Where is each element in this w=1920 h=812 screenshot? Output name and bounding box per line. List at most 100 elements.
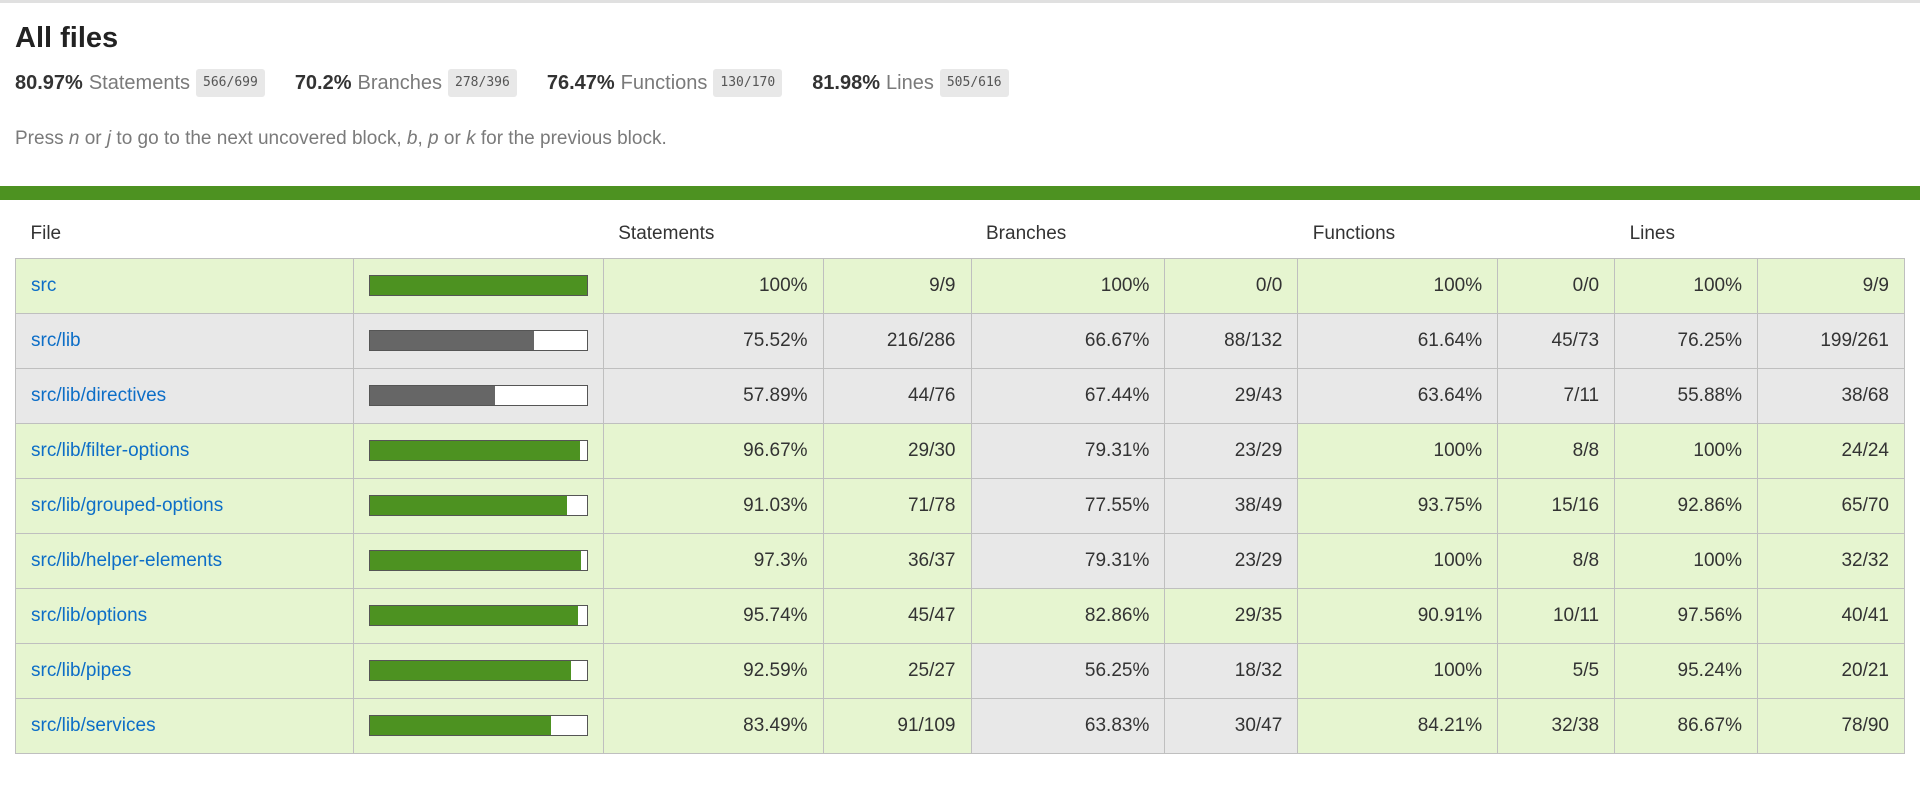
summary-pct: 81.98% [812, 71, 881, 94]
branches-fraction: 88/132 [1164, 312, 1299, 369]
col-header-functions[interactable]: Functions [1298, 210, 1615, 258]
file-link[interactable]: src/lib/pipes [31, 660, 131, 681]
file-link[interactable]: src/lib [31, 330, 81, 351]
branches-pct: 67.44% [970, 367, 1166, 424]
statements-fraction: 29/30 [822, 422, 972, 479]
page-title: All files [15, 22, 119, 54]
statements-fraction: 36/37 [822, 532, 972, 589]
file-link[interactable]: src/lib/options [31, 605, 147, 626]
table-header-row: File Statements Branches Functions Lines [16, 210, 1905, 258]
summary-statements: 80.97% Statements 566/699 [15, 69, 265, 97]
functions-fraction: 45/73 [1497, 312, 1616, 369]
coverage-table: File Statements Branches Functions Lines… [15, 210, 1905, 754]
coverage-bar [368, 330, 588, 351]
table-row: src/lib/pipes 92.59% 25/27 56.25% 18/32 … [15, 642, 1905, 699]
col-header-bar [353, 210, 603, 258]
summary-label: Statements [88, 71, 191, 94]
summary-fraction: 130/170 [713, 69, 783, 97]
statements-pct: 92.59% [602, 642, 824, 699]
summary-pct: 80.97% [15, 71, 83, 94]
summary-functions: 76.47% Functions 130/170 [547, 69, 783, 97]
functions-pct: 90.91% [1297, 587, 1499, 644]
table-row: src/lib/directives 57.89% 44/76 67.44% 2… [15, 367, 1905, 424]
branches-pct: 79.31% [970, 422, 1166, 479]
coverage-bar-cell [352, 477, 604, 534]
header: All files 80.97% Statements 566/699 70.2… [0, 3, 1920, 150]
branches-pct: 66.67% [970, 312, 1166, 369]
coverage-bar [368, 385, 588, 406]
help-text: or [443, 128, 461, 149]
branches-fraction: 29/35 [1164, 587, 1299, 644]
coverage-bar-cell [352, 257, 604, 314]
lines-fraction: 199/261 [1757, 312, 1905, 369]
statements-fraction: 45/47 [822, 587, 972, 644]
help-text: , [417, 128, 423, 149]
key-b: b [406, 128, 418, 149]
lines-pct: 76.25% [1614, 312, 1758, 369]
help-text: for the previous block. [480, 128, 667, 149]
branches-pct: 63.83% [970, 697, 1166, 754]
coverage-bar [368, 440, 588, 461]
file-cell: src [15, 257, 354, 314]
functions-pct: 63.64% [1297, 367, 1499, 424]
functions-fraction: 8/8 [1497, 532, 1616, 589]
file-cell: src/lib [15, 312, 354, 369]
col-header-file[interactable]: File [16, 210, 354, 258]
file-cell: src/lib/grouped-options [15, 477, 354, 534]
summary-label: Functions [620, 71, 708, 94]
key-n: n [68, 128, 80, 149]
col-header-lines[interactable]: Lines [1615, 210, 1905, 258]
branches-pct: 56.25% [970, 642, 1166, 699]
file-link[interactable]: src/lib/filter-options [31, 440, 189, 461]
functions-pct: 100% [1297, 532, 1499, 589]
statements-fraction: 25/27 [822, 642, 972, 699]
coverage-bar-fill [369, 606, 578, 625]
functions-pct: 100% [1297, 257, 1499, 314]
lines-fraction: 24/24 [1757, 422, 1905, 479]
coverage-bar [368, 275, 588, 296]
functions-fraction: 32/38 [1497, 697, 1616, 754]
lines-fraction: 32/32 [1757, 532, 1905, 589]
coverage-bar-cell [352, 532, 604, 589]
keyboard-help: Press n or j to go to the next uncovered… [15, 128, 1905, 150]
statements-fraction: 71/78 [822, 477, 972, 534]
functions-pct: 84.21% [1297, 697, 1499, 754]
branches-pct: 100% [970, 257, 1166, 314]
file-link[interactable]: src/lib/directives [31, 385, 166, 406]
table-row: src 100% 9/9 100% 0/0 100% 0/0 100% 9/9 [15, 257, 1905, 314]
file-cell: src/lib/directives [15, 367, 354, 424]
help-text: to go to the next uncovered block, [116, 128, 402, 149]
coverage-bar-fill [369, 496, 568, 515]
col-header-branches[interactable]: Branches [971, 210, 1298, 258]
coverage-bar-cell [352, 697, 604, 754]
statements-pct: 97.3% [602, 532, 824, 589]
file-cell: src/lib/services [15, 697, 354, 754]
file-link[interactable]: src/lib/services [31, 715, 156, 736]
file-link[interactable]: src/lib/helper-elements [31, 550, 222, 571]
table-row: src/lib/options 95.74% 45/47 82.86% 29/3… [15, 587, 1905, 644]
coverage-bar-fill [369, 551, 581, 570]
branches-fraction: 23/29 [1164, 422, 1299, 479]
summary-label: Lines [886, 71, 934, 94]
branches-fraction: 30/47 [1164, 697, 1299, 754]
coverage-bar-cell [352, 587, 604, 644]
lines-pct: 100% [1614, 422, 1758, 479]
col-header-statements[interactable]: Statements [603, 210, 971, 258]
statements-fraction: 44/76 [822, 367, 972, 424]
summary-fraction: 505/616 [939, 69, 1009, 97]
branches-fraction: 29/43 [1164, 367, 1299, 424]
coverage-bar-fill [369, 276, 587, 295]
coverage-bar-fill [369, 386, 496, 405]
statements-pct: 91.03% [602, 477, 824, 534]
lines-pct: 86.67% [1614, 697, 1758, 754]
branches-pct: 82.86% [970, 587, 1166, 644]
coverage-bar [368, 550, 588, 571]
file-link[interactable]: src [31, 275, 56, 296]
help-text: Press [15, 128, 64, 149]
functions-pct: 93.75% [1297, 477, 1499, 534]
statements-pct: 57.89% [602, 367, 824, 424]
file-link[interactable]: src/lib/grouped-options [31, 495, 223, 516]
file-cell: src/lib/options [15, 587, 354, 644]
help-text: or [84, 128, 102, 149]
functions-fraction: 10/11 [1497, 587, 1616, 644]
